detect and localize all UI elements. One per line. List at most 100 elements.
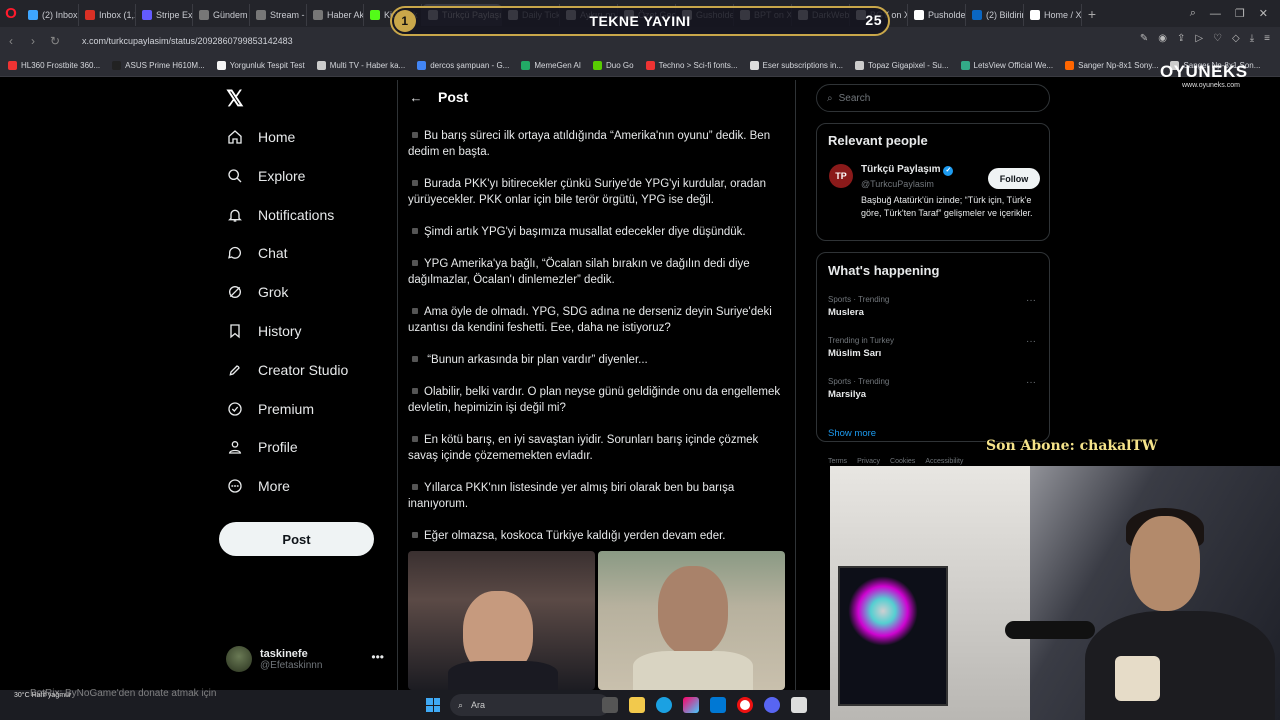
back-icon[interactable]: ‹ bbox=[0, 34, 22, 48]
start-menu-icon[interactable] bbox=[426, 698, 440, 712]
edge-icon[interactable] bbox=[656, 697, 672, 713]
taskbar-search[interactable]: ⌕ Ara bbox=[450, 694, 610, 716]
browser-tab[interactable]: Stripe Expr bbox=[136, 4, 193, 26]
nav-item-label: More bbox=[258, 478, 290, 495]
browser-tab[interactable]: Stream - K bbox=[250, 4, 307, 26]
bookmark-item[interactable]: Multi TV - Haber ka... bbox=[316, 61, 405, 70]
reload-icon[interactable]: ↻ bbox=[44, 34, 66, 48]
nav-item-more[interactable]: More bbox=[226, 472, 290, 500]
minimize-icon[interactable]: — bbox=[1210, 8, 1221, 20]
follow-button[interactable]: Follow bbox=[988, 168, 1040, 189]
x-logo-icon[interactable]: 𝕏 bbox=[226, 86, 244, 112]
browser-tab[interactable]: Pusholder bbox=[908, 4, 966, 26]
bullet-icon bbox=[412, 436, 418, 442]
bookmark-label: Duo Go bbox=[606, 61, 634, 70]
footer-link[interactable]: Accessibility bbox=[925, 458, 963, 465]
browser-tab[interactable]: Inbox (1,13 bbox=[79, 4, 136, 26]
bookmark-item[interactable]: HL360 Frostbite 360... bbox=[8, 61, 100, 70]
footer-link[interactable]: Terms bbox=[828, 458, 847, 465]
browser-tab[interactable]: Gündem M bbox=[193, 4, 250, 26]
browser-tab[interactable]: (2) Bildirim bbox=[966, 4, 1024, 26]
nav-item-history[interactable]: History bbox=[226, 317, 302, 345]
bookmark-item[interactable]: Yorgunluk Tespit Test bbox=[216, 61, 305, 70]
file-explorer-icon[interactable] bbox=[629, 697, 645, 713]
more-dots-icon[interactable]: ··· bbox=[1026, 377, 1036, 388]
store-icon[interactable] bbox=[710, 697, 726, 713]
nav-item-notifications[interactable]: Notifications bbox=[226, 201, 334, 229]
copilot-icon[interactable] bbox=[683, 697, 699, 713]
taskbar-apps bbox=[602, 697, 807, 713]
nav-item-premium[interactable]: Premium bbox=[226, 395, 314, 423]
more-dots-icon[interactable]: ··· bbox=[1026, 295, 1036, 306]
bullet-icon bbox=[412, 388, 418, 394]
bookmark-item[interactable]: LetsView Official We... bbox=[960, 61, 1053, 70]
opera-icon[interactable] bbox=[737, 697, 753, 713]
avatar[interactable]: TP bbox=[829, 164, 853, 188]
camera-icon[interactable]: ◉ bbox=[1158, 33, 1167, 44]
more-dots-icon[interactable]: ••• bbox=[371, 650, 384, 664]
play-icon[interactable]: ▷ bbox=[1195, 33, 1203, 44]
post-image-2[interactable] bbox=[598, 551, 785, 690]
footer-link[interactable]: Cookies bbox=[890, 458, 915, 465]
nav-item-profile[interactable]: Profile bbox=[226, 433, 298, 461]
tab-favicon-icon bbox=[313, 10, 323, 20]
forward-icon[interactable]: › bbox=[22, 34, 44, 48]
webcam-feed bbox=[830, 466, 1280, 720]
account-switcher[interactable]: taskinefe @Efetaskinnn ••• bbox=[226, 642, 386, 676]
bookmark-item[interactable]: Eser subscriptions in... bbox=[749, 61, 843, 70]
new-tab-icon[interactable]: + bbox=[1082, 6, 1102, 22]
bookmark-item[interactable]: Duo Go bbox=[593, 61, 634, 70]
download-icon[interactable]: ⤓ bbox=[1250, 33, 1254, 44]
nav-item-label: Notifications bbox=[258, 206, 335, 223]
edit-icon[interactable]: ✎ bbox=[1140, 33, 1148, 44]
nav-item-chat[interactable]: Chat bbox=[226, 239, 288, 267]
trend-item[interactable]: Sports · Trending Muslera ··· bbox=[828, 295, 1040, 318]
close-icon[interactable]: ✕ bbox=[1259, 7, 1268, 20]
search-input[interactable]: ⌕ Search bbox=[816, 84, 1050, 112]
nav-item-explore[interactable]: Explore bbox=[226, 162, 305, 190]
opera-logo-icon[interactable]: O bbox=[0, 0, 22, 27]
search-tabs-icon[interactable]: ⌕ bbox=[1190, 7, 1196, 20]
tab-favicon-icon bbox=[142, 10, 152, 20]
post-image-1[interactable] bbox=[408, 551, 595, 690]
settings-icon[interactable]: ≡ bbox=[1264, 33, 1270, 44]
share-icon[interactable]: ⇪ bbox=[1177, 33, 1185, 44]
tab-favicon-icon bbox=[972, 10, 982, 20]
post-button[interactable]: Post bbox=[219, 522, 374, 556]
cube-icon[interactable]: ◇ bbox=[1232, 33, 1240, 44]
nav-item-grok[interactable]: Grok bbox=[226, 278, 288, 306]
bookmark-item[interactable]: ASUS Prime H610M... bbox=[112, 61, 205, 70]
discord-icon[interactable] bbox=[764, 697, 780, 713]
browser-tab[interactable]: Haber Akı bbox=[307, 4, 364, 26]
bookmark-icon bbox=[226, 322, 244, 340]
show-more-link[interactable]: Show more bbox=[828, 428, 876, 439]
nav-item-creator-studio[interactable]: Creator Studio bbox=[226, 356, 348, 384]
post-paragraph-text: YPG Amerika'ya bağlı, “Öcalan silah bıra… bbox=[408, 258, 750, 286]
footer-link[interactable]: Privacy bbox=[857, 458, 880, 465]
more-dots-icon[interactable]: ··· bbox=[1026, 336, 1036, 347]
bookmark-label: ASUS Prime H610M... bbox=[125, 61, 205, 70]
bookmark-label: HL360 Frostbite 360... bbox=[21, 61, 101, 70]
tab-label: Home / X bbox=[1044, 10, 1082, 20]
task-view-icon[interactable] bbox=[602, 697, 618, 713]
person-name-text: Türkçü Paylaşım bbox=[861, 164, 941, 175]
bookmark-item[interactable]: Topaz Gigapixel - Su... bbox=[855, 61, 949, 70]
left-navigation: 𝕏 Home Explore Notifications Chat Grok Histor… bbox=[218, 80, 388, 690]
bookmark-item[interactable]: Techno > Sci-fi fonts... bbox=[645, 61, 738, 70]
heart-icon[interactable]: ♡ bbox=[1213, 33, 1222, 44]
trend-item[interactable]: Trending in Turkey Müslim Sarı ··· bbox=[828, 336, 1040, 359]
browser-tab[interactable]: Home / X bbox=[1024, 4, 1082, 26]
maximize-icon[interactable]: ❐ bbox=[1235, 7, 1245, 20]
app-icon[interactable] bbox=[791, 697, 807, 713]
post-paragraph: Yıllarca PKK'nın listesinde yer almış bi… bbox=[408, 480, 788, 512]
search-icon bbox=[226, 167, 244, 185]
bookmark-item[interactable]: dercos şampuan - G... bbox=[417, 61, 509, 70]
back-arrow-icon[interactable]: ← bbox=[398, 90, 434, 105]
trend-item[interactable]: Sports · Trending Marsilya ··· bbox=[828, 377, 1040, 400]
bookmark-item[interactable]: Sanger Np-8x1 Sony... bbox=[1065, 61, 1158, 70]
bookmark-item[interactable]: MemeGen AI bbox=[521, 61, 581, 70]
tab-label: Inbox (1,13 bbox=[99, 10, 135, 20]
nav-item-home[interactable]: Home bbox=[226, 123, 295, 151]
browser-tab[interactable]: (2) Inbox bbox=[22, 4, 79, 26]
person-name[interactable]: Türkçü Paylaşım ✓ bbox=[861, 164, 954, 176]
